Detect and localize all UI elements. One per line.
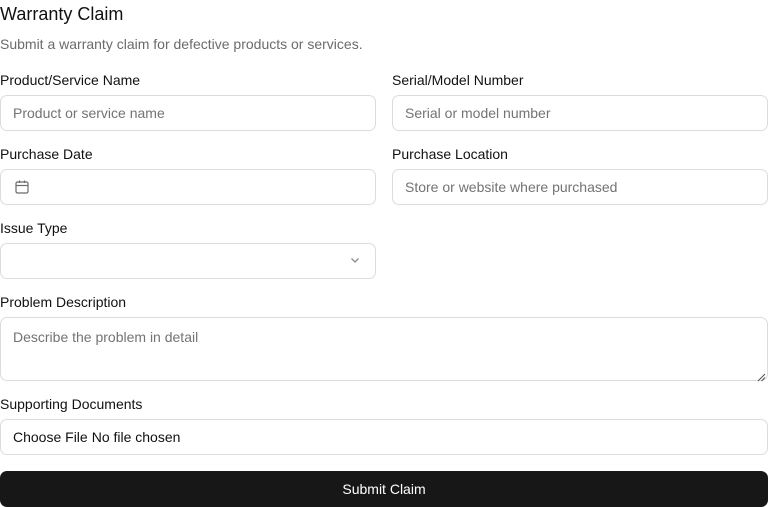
problem-description-label: Problem Description <box>0 294 127 310</box>
purchase-date-label: Purchase Date <box>0 146 93 162</box>
serial-number-label: Serial/Model Number <box>392 72 524 88</box>
product-name-input[interactable] <box>0 95 376 131</box>
purchase-location-input[interactable] <box>392 169 768 205</box>
product-name-label: Product/Service Name <box>0 72 141 88</box>
supporting-documents-label: Supporting Documents <box>0 396 143 412</box>
choose-file-button[interactable]: Choose File <box>13 429 88 445</box>
submit-claim-button[interactable]: Submit Claim <box>0 471 768 507</box>
file-status-text: No file chosen <box>91 429 181 445</box>
serial-number-input[interactable] <box>392 95 768 131</box>
problem-description-textarea[interactable] <box>0 317 768 381</box>
issue-type-select[interactable] <box>0 243 376 279</box>
file-upload-input[interactable]: Choose File No file chosen <box>0 419 768 455</box>
calendar-icon <box>14 179 30 195</box>
purchase-location-label: Purchase Location <box>392 146 508 162</box>
chevron-down-icon <box>349 253 361 269</box>
warranty-claim-form: Warranty Claim Submit a warranty claim f… <box>0 0 768 507</box>
purchase-date-picker[interactable] <box>0 169 376 205</box>
issue-type-label: Issue Type <box>0 220 68 236</box>
form-title: Warranty Claim <box>0 4 124 24</box>
form-subtitle: Submit a warranty claim for defective pr… <box>0 36 363 52</box>
resize-grip-icon[interactable] <box>756 369 766 387</box>
